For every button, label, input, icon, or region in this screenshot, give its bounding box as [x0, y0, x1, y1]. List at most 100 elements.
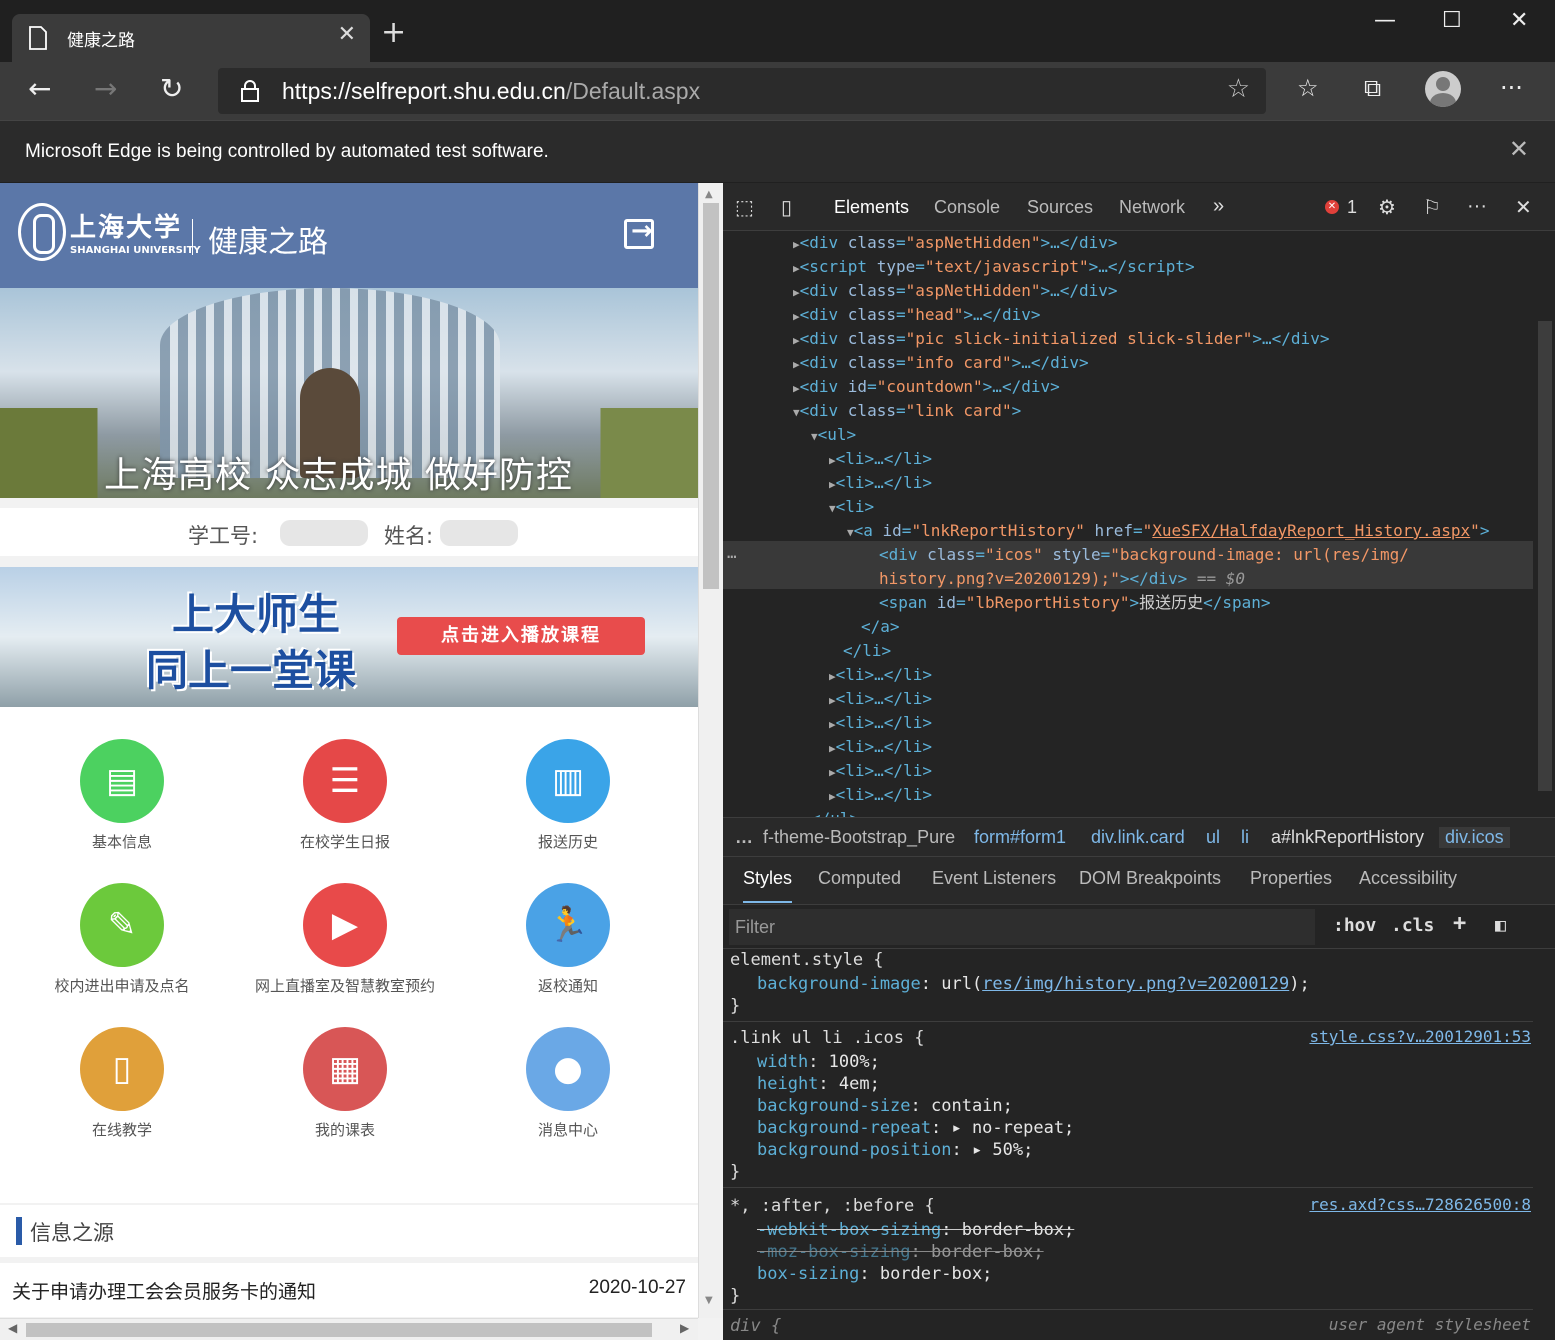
dom-node[interactable]: ▶<li>…</li> [829, 759, 932, 783]
dom-node[interactable]: ▼<div class="link card"> [793, 399, 1021, 423]
favorite-star-icon[interactable]: ☆ [1227, 74, 1250, 104]
forward-icon[interactable]: → [94, 72, 117, 105]
close-devtools-icon[interactable]: ✕ [1515, 195, 1532, 220]
breadcrumb-item[interactable]: ul [1206, 827, 1220, 848]
dom-node[interactable]: ▶<li>…</li> [829, 663, 932, 687]
scroll-down-icon[interactable]: ▼ [705, 1295, 713, 1306]
dom-node[interactable]: ▶<li>…</li> [829, 711, 932, 735]
profile-avatar[interactable] [1425, 71, 1461, 107]
dom-node[interactable]: ▶<div class="aspNetHidden">…</div> [793, 279, 1118, 303]
dom-node[interactable]: ▶<div id="countdown">…</div> [793, 375, 1060, 399]
css-declaration-overridden[interactable]: -moz-box-sizing: border-box; [757, 1241, 1044, 1263]
address-bar[interactable]: https://selfreport.shu.edu.cn/Default.as… [218, 68, 1266, 114]
feedback-icon[interactable]: ⚐ [1423, 195, 1441, 220]
breadcrumb-item[interactable]: form#form1 [974, 827, 1066, 848]
dom-node[interactable]: ▶<div class="head">…</div> [793, 303, 1040, 327]
favorites-icon[interactable]: ☆ [1297, 74, 1319, 102]
css-declaration[interactable]: background-image: url(res/img/history.pn… [757, 973, 1310, 995]
dom-node[interactable]: ▶<li>…</li> [829, 471, 932, 495]
browser-tab[interactable]: 健康之路 ✕ [12, 14, 370, 62]
css-declaration[interactable]: background-position: ▸ 50%; [757, 1139, 1033, 1161]
dom-node[interactable]: ▼<ul> [811, 423, 856, 447]
tab-styles[interactable]: Styles [743, 868, 793, 903]
dom-node[interactable]: </ul> [811, 807, 859, 817]
more-tabs-icon[interactable]: » [1213, 195, 1224, 218]
tile-live-room[interactable]: ▶ 网上直播室及智慧教室预约 [229, 851, 461, 995]
dom-node[interactable]: ▶<div class="aspNetHidden">…</div> [793, 231, 1118, 255]
breadcrumb-item[interactable]: div.link.card [1091, 827, 1185, 848]
dom-node[interactable]: ▶<li>…</li> [829, 447, 932, 471]
new-rule-icon[interactable]: + [1453, 911, 1466, 936]
dom-node[interactable]: ▶<script type="text/javascript">…</scrip… [793, 255, 1195, 279]
close-window-icon[interactable]: ✕ [1510, 8, 1528, 33]
tile-my-schedule[interactable]: ▦ 我的课表 [229, 995, 461, 1139]
scroll-left-icon[interactable]: ◀ [8, 1321, 17, 1335]
css-declaration-overridden[interactable]: -webkit-box-sizing: border-box; [757, 1219, 1074, 1241]
close-infobar-icon[interactable]: ✕ [1509, 135, 1529, 164]
tab-properties[interactable]: Properties [1250, 868, 1332, 889]
href-link[interactable]: XueSFX/HalfdayReport_History.aspx [1152, 521, 1470, 540]
tab-sources[interactable]: Sources [1027, 197, 1093, 218]
bg-url-link[interactable]: res/img/history.png?v=20200129 [982, 974, 1289, 994]
css-declaration[interactable]: height: 4em; [757, 1073, 880, 1095]
tab-network[interactable]: Network [1119, 197, 1185, 218]
tile-campus-access[interactable]: ✎ 校内进出申请及点名 [6, 851, 238, 995]
scroll-right-icon[interactable]: ▶ [680, 1321, 689, 1335]
play-course-button[interactable]: 点击进入播放课程 [397, 617, 645, 655]
inspect-element-icon[interactable]: ⬚ [735, 195, 754, 220]
error-icon[interactable]: ✕ [1325, 200, 1339, 214]
more-menu-icon[interactable]: ··· [1500, 74, 1523, 102]
tile-message-center[interactable]: ● 消息中心 [452, 995, 684, 1139]
css-declaration[interactable]: background-size: contain; [757, 1095, 1013, 1117]
breadcrumb-item[interactable]: a#lnkReportHistory [1271, 827, 1424, 848]
styles-filter-input[interactable]: Filter [729, 909, 1315, 945]
dom-node[interactable]: <span id="lbReportHistory">报送历史</span> [879, 591, 1271, 615]
tab-accessibility[interactable]: Accessibility [1359, 868, 1457, 889]
dom-node[interactable]: ▼<a id="lnkReportHistory" href="XueSFX/H… [847, 519, 1489, 543]
breadcrumb-item[interactable]: li [1241, 827, 1249, 848]
css-declaration[interactable]: width: 100%; [757, 1051, 880, 1073]
tab-elements[interactable]: Elements [819, 183, 924, 231]
css-declaration[interactable]: background-repeat: ▸ no-repeat; [757, 1117, 1074, 1139]
dom-node[interactable]: </a> [861, 615, 900, 639]
tile-return-notice[interactable]: 🏃 返校通知 [452, 851, 684, 995]
scroll-thumb[interactable] [703, 203, 719, 589]
tab-computed[interactable]: Computed [818, 868, 901, 889]
tab-dom-breakpoints[interactable]: DOM Breakpoints [1079, 868, 1221, 889]
refresh-icon[interactable]: ↻ [160, 72, 183, 105]
course-promo-banner[interactable]: 上大师生 同上一堂课 点击进入播放课程 [0, 567, 698, 707]
tab-console[interactable]: Console [934, 197, 1000, 218]
css-declaration[interactable]: box-sizing: border-box; [757, 1263, 992, 1285]
logout-icon[interactable] [624, 216, 654, 249]
tab-event-listeners[interactable]: Event Listeners [932, 868, 1056, 889]
device-toolbar-icon[interactable]: ▯ [781, 195, 792, 220]
breadcrumb-current[interactable]: div.icos [1439, 827, 1510, 848]
minimize-icon[interactable]: — [1374, 8, 1396, 33]
page-horizontal-scrollbar[interactable]: ◀ ▶ [0, 1318, 698, 1340]
dom-node[interactable]: ▶<li>…</li> [829, 783, 932, 807]
class-toggle[interactable]: .cls [1391, 915, 1434, 936]
tile-basic-info[interactable]: ▤ 基本信息 [6, 707, 238, 851]
hover-state-toggle[interactable]: :hov [1333, 915, 1376, 936]
new-tab-icon[interactable]: + [381, 18, 406, 48]
close-tab-icon[interactable]: ✕ [338, 22, 356, 47]
scroll-up-icon[interactable]: ▲ [705, 189, 713, 200]
dom-node[interactable]: ▶<li>…</li> [829, 687, 932, 711]
toggle-sidebar-icon[interactable]: ◧ [1495, 915, 1506, 936]
devtools-scroll-thumb[interactable] [1538, 321, 1552, 791]
breadcrumb-more[interactable]: … [735, 827, 753, 848]
dom-node[interactable]: ▼<li> [829, 495, 874, 519]
page-vertical-scrollbar[interactable]: ▲ ▼ [698, 183, 723, 1318]
collections-icon[interactable]: ⧉ [1364, 74, 1381, 102]
dom-node[interactable]: ▶<div class="pic slick-initialized slick… [793, 327, 1329, 351]
dom-node[interactable]: </li> [843, 639, 891, 663]
back-icon[interactable]: ← [28, 72, 51, 105]
error-count[interactable]: 1 [1347, 197, 1357, 218]
tile-report-history[interactable]: ▥ 报送历史 [452, 707, 684, 851]
settings-gear-icon[interactable]: ⚙ [1378, 195, 1396, 220]
dom-node[interactable]: ▶<li>…</li> [829, 735, 932, 759]
devtools-menu-icon[interactable]: ··· [1467, 195, 1487, 218]
tile-daily-report[interactable]: ☰ 在校学生日报 [229, 707, 461, 851]
maximize-icon[interactable]: ☐ [1442, 8, 1462, 33]
node-actions-icon[interactable]: … [727, 543, 737, 562]
